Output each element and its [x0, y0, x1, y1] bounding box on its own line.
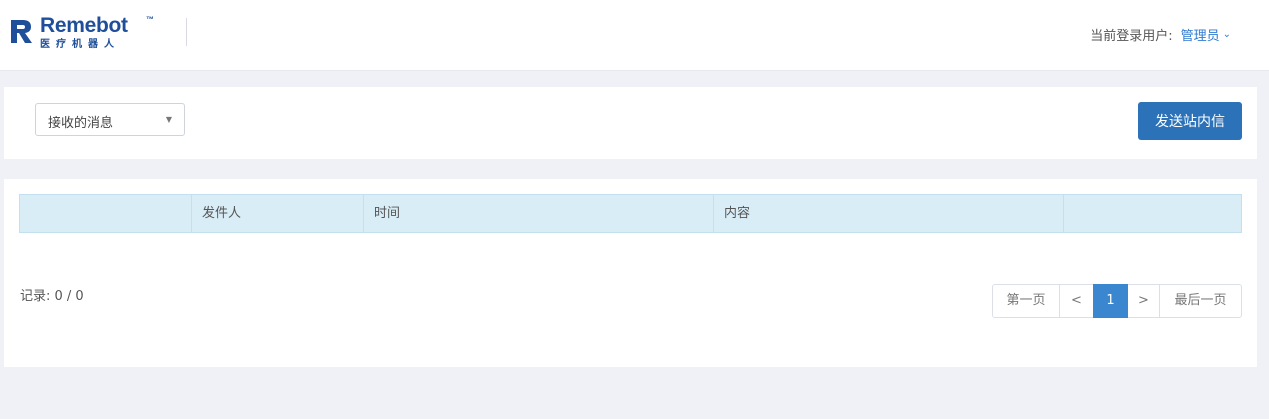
first-page-button[interactable]: 第一页	[992, 284, 1060, 318]
previous-page-button[interactable]: <	[1059, 284, 1094, 318]
page-number-button[interactable]: 1	[1093, 284, 1128, 318]
last-page-button[interactable]: 最后一页	[1159, 284, 1242, 318]
send-message-button[interactable]: 发送站内信	[1138, 102, 1242, 140]
top-header: Remebot ™ 医疗机器人 当前登录用户: 管理员 ⌄	[0, 0, 1269, 71]
logo-subtitle: 医疗机器人	[40, 39, 120, 50]
table-header-sender: 发件人	[192, 195, 364, 232]
message-type-select-value: 接收的消息	[48, 116, 114, 131]
messages-table-panel: 发件人 时间 内容 记录: 0 / 0 第一页 < 1 > 最后一页	[4, 179, 1257, 367]
table-header-row: 发件人 时间 内容	[19, 194, 1242, 233]
remebot-logo[interactable]: Remebot ™ 医疗机器人	[9, 14, 159, 50]
header-divider	[186, 18, 187, 46]
caret-down-icon: ▼	[165, 115, 172, 124]
chevron-down-icon[interactable]: ⌄	[1223, 29, 1231, 40]
remebot-logo-mark-icon	[11, 20, 32, 43]
table-header-actions	[1064, 195, 1241, 232]
current-user-label: 当前登录用户:	[1090, 28, 1173, 44]
logo-trademark: ™	[146, 15, 154, 24]
message-type-select[interactable]: 接收的消息 ▼	[35, 103, 185, 136]
current-user-area: 当前登录用户: 管理员 ⌄	[1090, 25, 1231, 44]
next-page-button[interactable]: >	[1127, 284, 1160, 318]
current-user-menu[interactable]: 管理员	[1181, 25, 1220, 44]
table-header-time: 时间	[364, 195, 714, 232]
filter-panel: 接收的消息 ▼ 发送站内信	[4, 87, 1257, 159]
table-header-content: 内容	[714, 195, 1064, 232]
pagination: 第一页 < 1 > 最后一页	[992, 284, 1242, 318]
table-header-select	[20, 195, 192, 232]
record-count: 记录: 0 / 0	[20, 289, 84, 304]
